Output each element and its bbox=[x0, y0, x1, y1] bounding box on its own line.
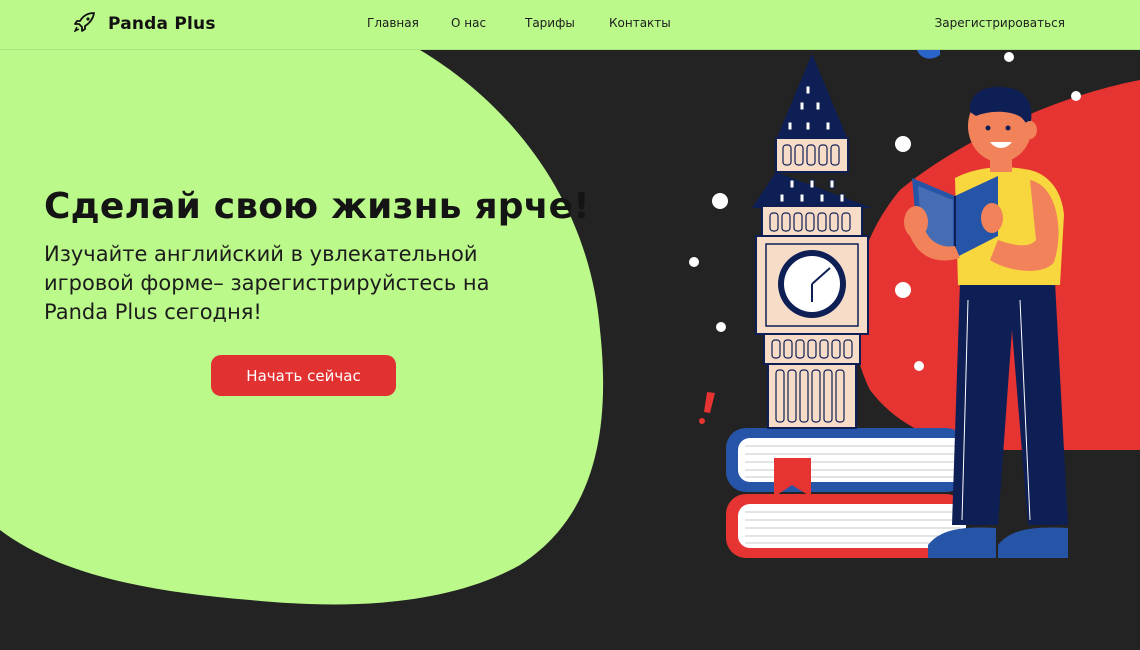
nav-item-about[interactable]: О нас bbox=[451, 16, 486, 30]
rocket-icon bbox=[73, 12, 96, 36]
signup-link[interactable]: Зарегистрироваться bbox=[935, 16, 1065, 30]
top-header: Panda Plus Главная О нас Тарифы Контакты… bbox=[0, 0, 1140, 50]
exclamation-mark bbox=[699, 392, 715, 424]
brand-logo[interactable]: Panda Plus bbox=[73, 12, 216, 36]
hero-text: Сделай свою жизнь ярче! Изучайте английс… bbox=[44, 184, 590, 327]
nav-item-pricing[interactable]: Тарифы bbox=[525, 16, 575, 30]
hero-subtitle: Изучайте английский в увлекательной игро… bbox=[44, 242, 490, 324]
nav-item-home[interactable]: Главная bbox=[367, 16, 419, 30]
hero-title: Сделай свою жизнь ярче! bbox=[44, 186, 590, 227]
start-now-button[interactable]: Начать сейчас bbox=[211, 355, 396, 396]
nav-item-contacts[interactable]: Контакты bbox=[609, 16, 671, 30]
brand-name: Panda Plus bbox=[108, 14, 216, 34]
big-ben-tower bbox=[752, 54, 872, 429]
books-stack bbox=[726, 428, 966, 558]
